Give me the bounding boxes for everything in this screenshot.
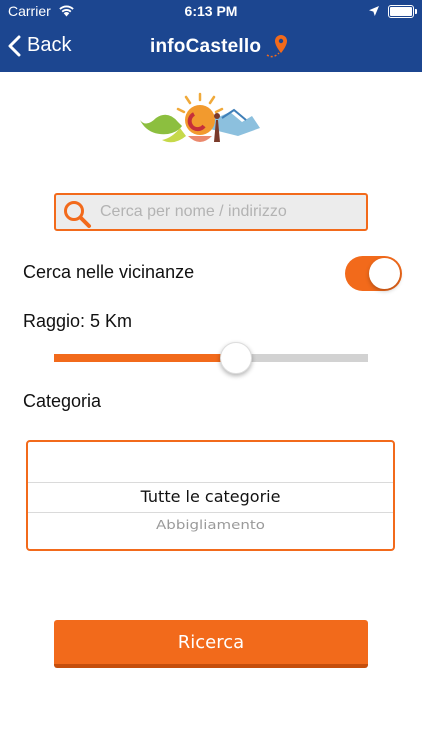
picker-selection-divider-top (28, 482, 393, 483)
back-button[interactable]: Back (8, 34, 71, 57)
back-label: Back (27, 34, 72, 56)
nearby-search-label: Cerca nelle vicinanze (23, 262, 195, 282)
map-pin-icon (266, 35, 288, 58)
search-input[interactable] (100, 195, 360, 229)
slider-filled-track (54, 354, 237, 362)
search-button[interactable]: Ricerca (54, 620, 368, 668)
toggle-knob (369, 258, 400, 289)
picker-option-selected[interactable]: Tutte le categorie (28, 487, 393, 506)
location-arrow-icon (368, 4, 380, 20)
slider-thumb[interactable] (220, 342, 253, 374)
search-icon (64, 201, 91, 228)
category-label: Categoria (23, 391, 102, 411)
category-picker[interactable]: Tutte le categorie Abbigliamento (26, 440, 395, 551)
nearby-search-toggle[interactable] (345, 256, 402, 291)
search-field[interactable] (54, 193, 368, 231)
chevron-left-icon (8, 35, 21, 56)
picker-option[interactable]: Abbigliamento (28, 517, 393, 532)
navigation-bar: Carrier 6:13 PM Back infoCastello (0, 0, 422, 72)
clock: 6:13 PM (184, 3, 238, 19)
battery-icon (388, 5, 417, 18)
brand-logo: infoCastello (150, 33, 289, 61)
picker-selection-divider-bottom (28, 512, 393, 513)
status-bar: Carrier 6:13 PM (0, 0, 422, 24)
infocastello-emblem-logo (140, 92, 260, 143)
radius-slider[interactable] (54, 342, 368, 374)
radius-label: Raggio: 5 Km (23, 311, 133, 331)
brand-text: infoCastello (150, 36, 262, 57)
